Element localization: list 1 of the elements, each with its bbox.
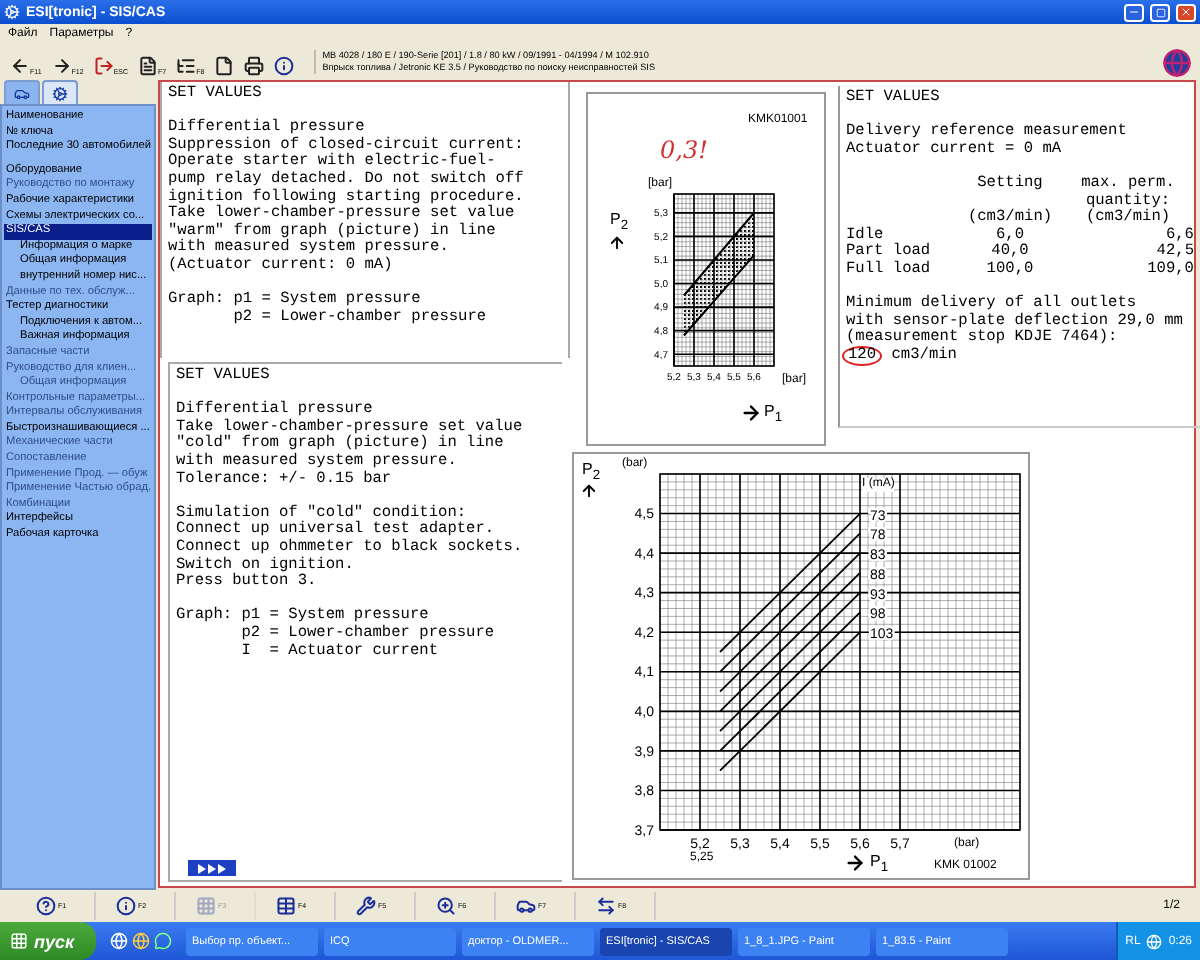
handwritten-note: 0,3! (660, 138, 708, 164)
